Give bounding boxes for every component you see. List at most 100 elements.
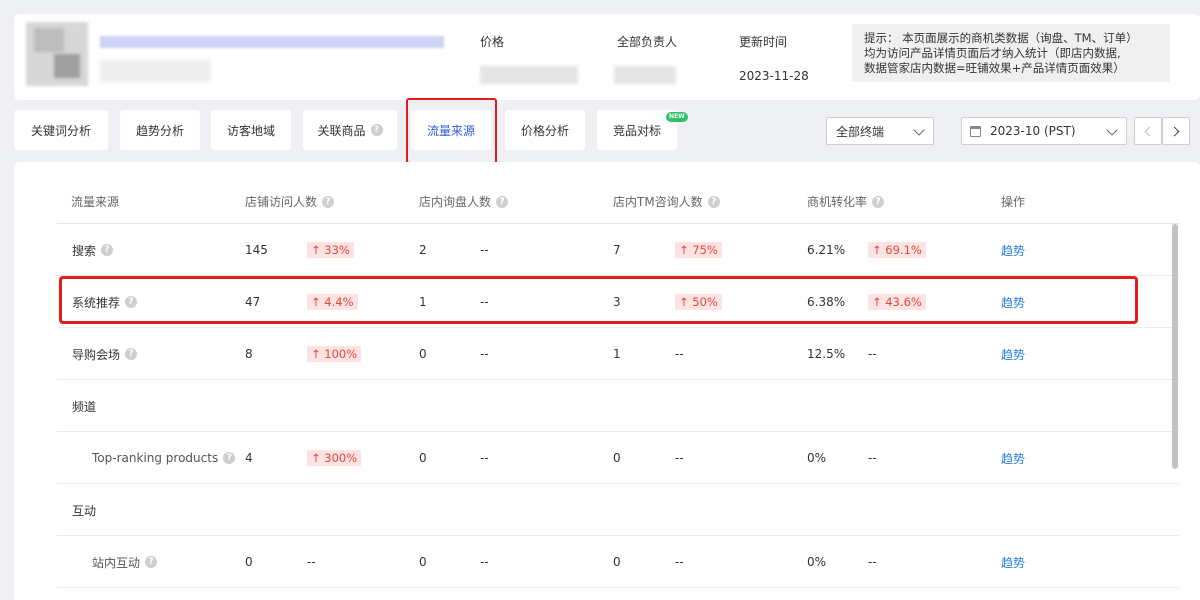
tm-change: ↑ 50% bbox=[675, 276, 722, 328]
source-name: 站内互动? bbox=[92, 536, 158, 588]
rate-change: -- bbox=[868, 555, 877, 569]
product-title-redacted[interactable] bbox=[100, 36, 444, 48]
product-subtitle-redacted bbox=[100, 60, 210, 82]
trend-link[interactable]: 趋势 bbox=[1001, 328, 1025, 380]
table-scrollbar[interactable] bbox=[1172, 224, 1178, 469]
inquiry-change: -- bbox=[480, 243, 489, 257]
update-time-label: 更新时间 bbox=[739, 35, 788, 49]
inquiry-value: 0 bbox=[419, 555, 427, 569]
inquiry-change: -- bbox=[480, 295, 489, 309]
inquiry-value: 0 bbox=[419, 451, 427, 465]
help-icon[interactable]: ? bbox=[223, 452, 236, 464]
visitors-value: 47 bbox=[245, 295, 261, 309]
trend-link[interactable]: 趋势 bbox=[1001, 224, 1025, 276]
tip-line: 数据管家店内数据=旺铺效果+产品详情页面效果） bbox=[864, 61, 1125, 75]
table-row: Top-ranking products? 4 ↑ 300% 0 -- 0 --… bbox=[57, 432, 1179, 484]
help-icon[interactable]: ? bbox=[872, 195, 885, 208]
new-badge: NEW bbox=[666, 112, 688, 122]
inquiry-value: 1 bbox=[419, 295, 427, 309]
tm-change: -- bbox=[675, 347, 684, 361]
col-header-action: 操作 bbox=[1001, 195, 1026, 209]
source-name: 导购会场? bbox=[72, 328, 138, 380]
col-header-source: 流量来源 bbox=[71, 195, 120, 209]
tm-change: -- bbox=[675, 555, 684, 569]
calendar-icon bbox=[970, 126, 981, 137]
tab-related-products[interactable]: 关联商品? bbox=[303, 110, 397, 150]
tip-line: 均为访问产品详情页面后才纳入统计（即店内数据, bbox=[864, 46, 1121, 60]
tab-keyword-analysis[interactable]: 关键词分析 bbox=[14, 110, 108, 150]
visitors-value: 0 bbox=[245, 555, 253, 569]
help-icon[interactable]: ? bbox=[145, 556, 158, 568]
inquiry-value: 2 bbox=[419, 243, 427, 257]
table-group-row: 互动 bbox=[57, 484, 1179, 536]
rate-change: -- bbox=[868, 347, 877, 361]
owner-value-redacted bbox=[614, 66, 676, 84]
rate-change: -- bbox=[868, 451, 877, 465]
update-time-value: 2023-11-28 bbox=[739, 69, 809, 83]
tm-change: ↑ 75% bbox=[675, 224, 722, 276]
group-name: 互动 bbox=[72, 503, 97, 518]
rate-value: 12.5% bbox=[807, 347, 846, 361]
help-icon: ? bbox=[370, 124, 383, 136]
visitors-change: ↑ 300% bbox=[307, 432, 362, 484]
trend-link[interactable]: 趋势 bbox=[1001, 276, 1025, 328]
trend-link[interactable]: 趋势 bbox=[1001, 432, 1025, 484]
table-row: 系统推荐? 47 ↑ 4.4% 1 -- 3 ↑ 50% 6.38% ↑ 43.… bbox=[57, 276, 1179, 328]
rate-value: 0% bbox=[807, 555, 827, 569]
tm-change: -- bbox=[675, 451, 684, 465]
source-name: Top-ranking products? bbox=[92, 432, 236, 484]
prev-month-button[interactable] bbox=[1134, 117, 1162, 145]
help-icon[interactable]: ? bbox=[322, 195, 335, 208]
col-header-inquiry: 店内询盘人数? bbox=[419, 193, 509, 210]
terminal-select[interactable]: 全部终端 bbox=[826, 117, 934, 145]
tab-traffic-source[interactable]: 流量来源 bbox=[411, 110, 491, 150]
price-value-redacted bbox=[480, 66, 578, 84]
inquiry-change: -- bbox=[480, 347, 489, 361]
tm-value: 0 bbox=[613, 451, 621, 465]
next-month-button[interactable] bbox=[1162, 117, 1190, 145]
help-icon[interactable]: ? bbox=[707, 195, 720, 208]
source-name: 系统推荐? bbox=[72, 276, 138, 328]
table-group-row: 频道 bbox=[57, 380, 1179, 432]
tip-line: 提示： 本页面展示的商机类数据（询盘、TM、订单） bbox=[864, 31, 1138, 45]
help-icon[interactable]: ? bbox=[101, 244, 114, 256]
col-header-tm: 店内TM咨询人数? bbox=[613, 193, 720, 210]
tm-value: 0 bbox=[613, 555, 621, 569]
rate-change: ↑ 43.6% bbox=[868, 276, 926, 328]
rate-value: 6.21% bbox=[807, 243, 846, 257]
visitors-change: ↑ 100% bbox=[307, 328, 362, 380]
date-select[interactable]: 2023-10 (PST) bbox=[961, 117, 1127, 145]
rate-value: 6.38% bbox=[807, 295, 846, 309]
help-icon[interactable]: ? bbox=[125, 296, 138, 308]
col-header-visitors: 店铺访问人数? bbox=[245, 193, 335, 210]
tip-box: 提示： 本页面展示的商机类数据（询盘、TM、订单） 均为访问产品详情页面后才纳入… bbox=[852, 24, 1170, 82]
help-icon[interactable]: ? bbox=[496, 195, 509, 208]
tab-trend-analysis[interactable]: 趋势分析 bbox=[120, 110, 200, 150]
inquiry-value: 0 bbox=[419, 347, 427, 361]
tab-visitor-region[interactable]: 访客地域 bbox=[211, 110, 291, 150]
source-name: 搜索? bbox=[72, 224, 114, 276]
visitors-change: ↑ 33% bbox=[307, 224, 354, 276]
rate-value: 0% bbox=[807, 451, 827, 465]
tab-competitor-benchmark[interactable]: 竞品对标 bbox=[597, 110, 677, 150]
help-icon[interactable]: ? bbox=[125, 348, 138, 360]
visitors-value: 4 bbox=[245, 451, 253, 465]
table-row: 导购会场? 8 ↑ 100% 0 -- 1 -- 12.5% -- 趋势 bbox=[57, 328, 1179, 380]
rate-change: ↑ 69.1% bbox=[868, 224, 926, 276]
chevron-right-icon bbox=[1169, 126, 1180, 136]
tab-price-analysis[interactable]: 价格分析 bbox=[505, 110, 585, 150]
owner-label: 全部负责人 bbox=[617, 35, 678, 49]
product-header-card: 价格 全部负责人 更新时间 2023-11-28 提示： 本页面展示的商机类数据… bbox=[14, 14, 1200, 100]
inquiry-change: -- bbox=[480, 555, 489, 569]
table-row: 站内互动? 0 -- 0 -- 0 -- 0% -- 趋势 bbox=[57, 536, 1179, 588]
visitors-value: 8 bbox=[245, 347, 253, 361]
chevron-left-icon bbox=[1144, 126, 1155, 136]
price-label: 价格 bbox=[480, 35, 505, 49]
chevron-down-icon bbox=[1106, 124, 1118, 136]
trend-link[interactable]: 趋势 bbox=[1001, 536, 1025, 588]
visitors-change: ↑ 4.4% bbox=[307, 276, 358, 328]
tm-value: 3 bbox=[613, 295, 621, 309]
chevron-down-icon bbox=[913, 124, 925, 136]
visitors-value: 145 bbox=[245, 243, 268, 257]
product-thumbnail[interactable] bbox=[26, 22, 88, 86]
